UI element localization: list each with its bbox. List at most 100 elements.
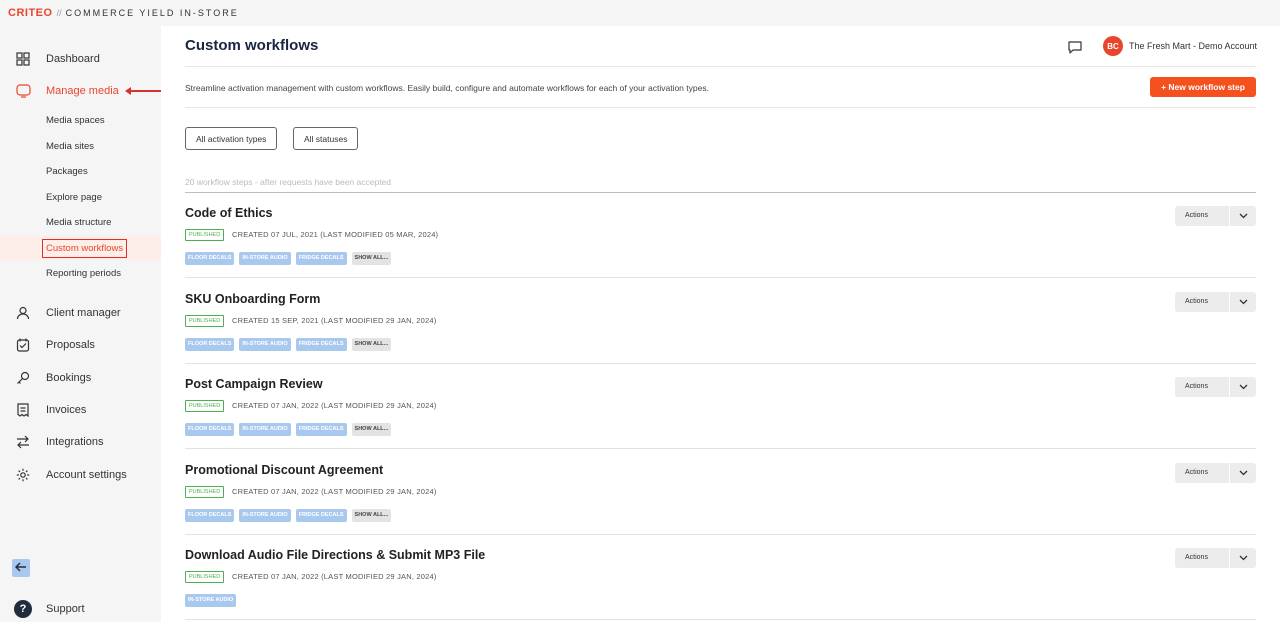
chevron-down-icon[interactable] <box>1230 292 1256 312</box>
main-content: Custom workflows BC The Fresh Mart - Dem… <box>161 26 1280 622</box>
statuses-filter[interactable]: All statuses <box>293 127 359 150</box>
activation-type-tag: FRIDGE DECALS <box>295 423 347 436</box>
new-workflow-step-button[interactable]: + New workflow step <box>1150 77 1256 97</box>
sidebar-subitem-label: Packages <box>46 165 88 177</box>
sidebar-item-label: Invoices <box>46 404 87 416</box>
sidebar-subitem-media-spaces[interactable]: Media spaces <box>0 108 161 132</box>
collapse-sidebar-button[interactable] <box>12 559 30 577</box>
grid-icon <box>15 51 31 67</box>
monitor-icon <box>15 83 31 99</box>
key-icon <box>15 370 31 386</box>
support-label: Support <box>46 603 85 615</box>
sidebar-item-integrations[interactable]: Integrations <box>0 428 161 456</box>
sidebar-subitem-label: Reporting periods <box>46 267 121 279</box>
sidebar-item-dashboard[interactable]: Dashboard <box>0 45 161 73</box>
activation-type-tags: FLOOR DECALS IN-STORE AUDIO FRIDGE DECALS S… <box>185 423 396 436</box>
actions-dropdown[interactable]: Actions <box>1175 462 1256 483</box>
actions-dropdown[interactable]: Actions <box>1175 206 1256 226</box>
account-name: The Fresh Mart - Demo Account <box>1129 41 1258 51</box>
show-all-tags-button[interactable]: SHOW ALL... <box>351 423 392 436</box>
workflow-title[interactable]: Promotional Discount Agreement <box>185 463 383 477</box>
sidebar-item-label: Bookings <box>46 372 92 384</box>
workflow-dates: CREATED 07 JAN, 2022 (LAST MODIFIED 29 J… <box>232 401 437 410</box>
chevron-down-icon[interactable] <box>1230 377 1256 397</box>
account-menu[interactable]: BC The Fresh Mart - Demo Account <box>1103 36 1257 56</box>
sidebar-item-invoices[interactable]: Invoices <box>0 396 161 424</box>
avatar: BC <box>1103 36 1123 56</box>
show-all-tags-button[interactable]: SHOW ALL... <box>351 337 392 351</box>
actions-dropdown[interactable]: Actions <box>1175 377 1256 397</box>
user-icon <box>15 305 31 321</box>
activation-type-tag: FLOOR DECALS <box>185 508 235 522</box>
sidebar-item-bookings[interactable]: Bookings <box>0 364 161 392</box>
status-badge: PUBLISHED <box>185 229 225 241</box>
sidebar-item-label: Dashboard <box>46 53 100 65</box>
page-description: Streamline activation management with cu… <box>185 83 709 93</box>
workflow-count: 20 workflow steps - after requests have … <box>185 177 392 187</box>
sidebar-item-label: Manage media <box>46 85 119 97</box>
sidebar-subitem-explore-page[interactable]: Explore page <box>0 185 161 209</box>
sidebar-subitem-label: Media spaces <box>46 114 105 126</box>
workflow-dates: CREATED 07 JAN, 2022 (LAST MODIFIED 29 J… <box>232 486 437 496</box>
chevron-down-icon[interactable] <box>1230 548 1256 568</box>
activation-type-tag: IN-STORE AUDIO <box>239 337 291 351</box>
actions-label: Actions <box>1175 291 1230 312</box>
activation-type-tag: IN-STORE AUDIO <box>185 594 237 607</box>
arrow-left-icon <box>14 559 27 577</box>
sidebar-subitem-label: Explore page <box>46 191 102 203</box>
activation-type-tags: IN-STORE AUDIO <box>185 594 241 607</box>
sidebar-item-client-manager[interactable]: Client manager <box>0 299 161 327</box>
workflow-title[interactable]: Post Campaign Review <box>185 377 323 391</box>
activation-types-filter[interactable]: All activation types <box>185 127 278 150</box>
actions-label: Actions <box>1175 548 1230 568</box>
activation-type-tag: FRIDGE DECALS <box>295 337 347 351</box>
chat-icon[interactable] <box>1067 39 1083 55</box>
sidebar-subitem-label: Media sites <box>46 140 95 152</box>
top-bar: CRITEO // COMMERCE YIELD IN-STORE <box>0 0 1280 26</box>
activation-type-tag: FRIDGE DECALS <box>295 252 347 265</box>
workflow-title[interactable]: Download Audio File Directions & Submit … <box>185 548 485 562</box>
actions-dropdown[interactable]: Actions <box>1175 548 1256 568</box>
workflow-title[interactable]: Code of Ethics <box>185 206 273 220</box>
workflow-title[interactable]: SKU Onboarding Form <box>185 292 320 306</box>
show-all-tags-button[interactable]: SHOW ALL... <box>351 508 392 522</box>
chevron-down-icon[interactable] <box>1230 206 1256 226</box>
sidebar-item-label: Integrations <box>46 436 104 448</box>
workflow-row: Post Campaign Review PUBLISHED CREATED 07 … <box>185 364 1256 449</box>
sidebar-subitem-reporting-periods[interactable]: Reporting periods <box>0 261 161 285</box>
sidebar-item-label: Client manager <box>46 307 121 319</box>
activation-type-tag: FLOOR DECALS <box>185 337 235 351</box>
activation-type-tags: FLOOR DECALS IN-STORE AUDIO FRIDGE DECALS S… <box>185 252 396 265</box>
sidebar-subitem-media-sites[interactable]: Media sites <box>0 134 161 158</box>
proposal-icon <box>15 337 31 353</box>
criteo-logo[interactable]: CRITEO <box>8 7 53 19</box>
sidebar-subitem-label: Custom workflows <box>41 238 128 258</box>
status-badge: PUBLISHED <box>185 400 225 412</box>
sidebar-item-proposals[interactable]: Proposals <box>0 331 161 359</box>
sidebar-subitem-custom-workflows[interactable]: Custom workflows <box>0 236 161 260</box>
arrows-icon <box>15 434 31 450</box>
support-link[interactable]: ? Support <box>14 600 85 618</box>
workflow-row: SKU Onboarding Form PUBLISHED CREATED 15 S… <box>185 279 1256 364</box>
sidebar-subitem-media-structure[interactable]: Media structure <box>0 210 161 234</box>
status-badge: PUBLISHED <box>185 571 225 583</box>
workflow-dates: CREATED 15 SEP, 2021 (LAST MODIFIED 29 J… <box>232 315 437 325</box>
sidebar-subitem-packages[interactable]: Packages <box>0 159 161 183</box>
sidebar-item-account-settings[interactable]: Account settings <box>0 461 161 489</box>
workflow-row: Code of Ethics PUBLISHED CREATED 07 JUL, 2… <box>185 193 1256 278</box>
actions-label: Actions <box>1175 206 1230 226</box>
show-all-tags-button[interactable]: SHOW ALL... <box>351 252 392 265</box>
actions-dropdown[interactable]: Actions <box>1175 291 1256 312</box>
actions-label: Actions <box>1175 462 1230 483</box>
gear-icon <box>15 467 31 483</box>
sidebar-item-label: Proposals <box>46 339 95 351</box>
sidebar-item-label: Account settings <box>46 469 127 481</box>
activation-type-tag: FLOOR DECALS <box>185 423 235 436</box>
workflow-row: Download Audio File Directions & Submit … <box>185 535 1256 620</box>
activation-type-tag: FLOOR DECALS <box>185 252 235 265</box>
brand-separator: // <box>56 8 62 18</box>
invoice-icon <box>15 402 31 418</box>
activation-type-tag: FRIDGE DECALS <box>295 508 347 522</box>
chevron-down-icon[interactable] <box>1230 463 1256 483</box>
workflow-row: Promotional Discount Agreement PUBLISHED C… <box>185 450 1256 535</box>
